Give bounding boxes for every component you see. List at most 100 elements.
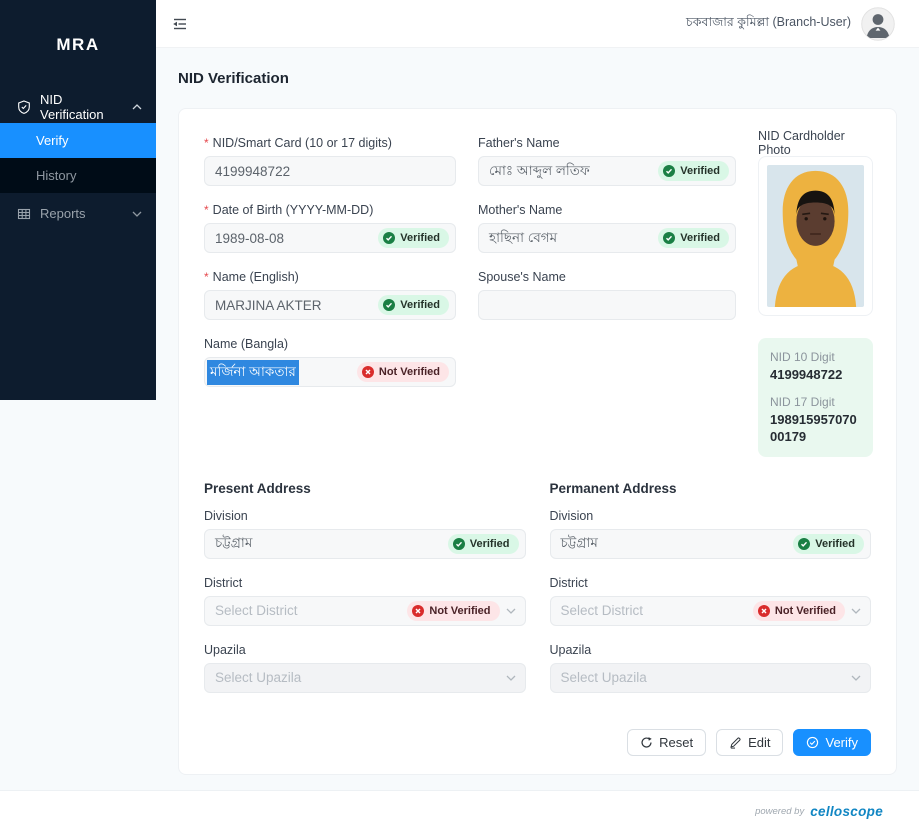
content-area: NID Verification * NID/Smart Card (10 or…: [156, 48, 919, 790]
present-upazila-select[interactable]: Select Upazila: [204, 662, 526, 693]
nid10-value: 4199948722: [770, 367, 843, 382]
label-text: Father's Name: [478, 136, 560, 150]
footer: powered by celloscope: [0, 790, 919, 832]
nid-cardholder-photo: [758, 156, 873, 316]
label-text: Spouse's Name: [478, 270, 566, 284]
chevron-down-icon: [506, 608, 516, 614]
field-mother-name: Mother's Name হাছিনা বেগম Verified: [478, 202, 736, 253]
badge-label: Not Verified: [429, 604, 491, 617]
sidebar-item-label: NID Verification: [40, 91, 104, 122]
x-circle-icon: [757, 604, 770, 617]
verified-badge: Verified: [658, 161, 729, 181]
field-nid: * NID/Smart Card (10 or 17 digits): [204, 135, 456, 186]
verified-badge: Verified: [447, 533, 519, 554]
nid17-value: 19891595707000179: [770, 412, 857, 444]
menu-fold-button[interactable]: [172, 16, 188, 32]
label-text: Division: [204, 508, 248, 523]
field-label: Division: [204, 508, 526, 524]
field-present-upazila: Upazila Select Upazila: [204, 642, 526, 693]
field-dob: * Date of Birth (YYYY-MM-DD) 1989-08-08 …: [204, 202, 456, 253]
celloscope-logo: celloscope: [810, 804, 883, 819]
field-present-division: Division চট্টগ্রাম Verified: [204, 508, 526, 559]
field-label: Upazila: [550, 642, 872, 658]
verify-button[interactable]: Verify: [793, 728, 871, 756]
form-column-middle: Father's Name মোঃ আব্দুল লতিফ Verified M…: [478, 135, 736, 457]
field-label: District: [550, 575, 872, 591]
field-permanent-division: Division চট্টগ্রাম Verified: [549, 508, 872, 559]
nid-input[interactable]: [204, 156, 456, 186]
verified-badge: Verified: [793, 533, 864, 554]
name-english-input[interactable]: MARJINA AKTER Verified: [204, 290, 456, 320]
edit-button[interactable]: Edit: [716, 728, 784, 756]
label-text: Upazila: [204, 642, 246, 657]
chevron-down-icon: [506, 675, 516, 681]
photo-label: NID Cardholder Photo: [758, 129, 873, 157]
sidebar-item-verify[interactable]: Verify: [0, 123, 156, 158]
badge-label: Not Verified: [774, 604, 836, 617]
field-label: Name (Bangla): [204, 336, 456, 352]
sidebar: MRA NID Verification Verify History Repo…: [0, 0, 156, 400]
input-value: চট্টগ্রাম: [215, 535, 253, 551]
required-asterisk: *: [204, 203, 209, 217]
name-bangla-input[interactable]: মর্জিনা আকতার Not Verified: [204, 357, 456, 387]
section-title: Present Address: [204, 480, 311, 496]
sidebar-submenu: Verify History: [0, 123, 156, 193]
label-text: Upazila: [549, 642, 592, 657]
badge-label: Verified: [469, 537, 510, 550]
label-text: District: [204, 575, 243, 590]
father-name-input[interactable]: মোঃ আব্দুল লতিফ Verified: [478, 156, 736, 186]
present-division-input[interactable]: চট্টগ্রাম Verified: [204, 528, 526, 559]
input-value: 1989-08-08: [215, 230, 285, 246]
badge-label: Verified: [680, 165, 720, 177]
nid-verification-card: * NID/Smart Card (10 or 17 digits) * Dat…: [178, 108, 897, 775]
spouse-name-input[interactable]: [478, 290, 736, 320]
label-text: District: [549, 575, 588, 590]
label-text: NID/Smart Card (10 or 17 digits): [212, 136, 392, 150]
check-circle-icon: [806, 736, 819, 749]
pencil-icon: [729, 736, 742, 749]
sidebar-item-nid-verification[interactable]: NID Verification: [0, 90, 156, 123]
chevron-down-icon: [851, 675, 861, 681]
shield-check-icon: [17, 99, 31, 114]
section-title: Permanent Address: [549, 480, 677, 496]
field-label: District: [204, 575, 526, 591]
field-name-bangla: Name (Bangla) মর্জিনা আকতার Not Verified: [204, 336, 456, 387]
check-circle-icon: [383, 232, 396, 244]
sidebar-item-history[interactable]: History: [0, 158, 156, 193]
input-value: মোঃ আব্দুল লতিফ: [489, 162, 590, 178]
refresh-icon: [640, 736, 653, 749]
main-column: চকবাজার কুমিল্লা (Branch-User) NID Verif…: [156, 0, 919, 790]
dob-input[interactable]: 1989-08-08 Verified: [204, 223, 456, 253]
x-circle-icon: [412, 604, 425, 617]
check-circle-icon: [383, 299, 396, 311]
menu-fold-icon: [172, 16, 188, 32]
user-avatar[interactable]: [861, 6, 895, 41]
sidebar-item-reports[interactable]: Reports: [0, 197, 156, 230]
field-label: * Name (English): [204, 269, 456, 285]
field-label: Father's Name: [478, 135, 736, 151]
form-column-left: * NID/Smart Card (10 or 17 digits) * Dat…: [204, 135, 456, 457]
page-title: NID Verification: [178, 70, 289, 87]
not-verified-badge: Not Verified: [407, 600, 500, 621]
portrait-photo-image: [767, 165, 864, 307]
label-text: Name (Bangla): [204, 337, 289, 351]
permanent-upazila-select[interactable]: Select Upazila: [549, 662, 871, 693]
button-label: Reset: [659, 734, 694, 750]
badge-label: Verified: [400, 232, 440, 244]
chevron-down-icon: [851, 608, 861, 614]
permanent-division-input[interactable]: চট্টগ্রাম Verified: [549, 528, 871, 559]
table-icon: [17, 207, 31, 221]
mother-name-input[interactable]: হাছিনা বেগম Verified: [478, 223, 736, 253]
field-permanent-district: District Select District Not Verified: [549, 575, 872, 626]
reset-button[interactable]: Reset: [627, 728, 707, 756]
field-label: Division: [550, 508, 872, 524]
present-district-select[interactable]: Select District Not Verified: [204, 595, 526, 626]
field-father-name: Father's Name মোঃ আব্দুল লতিফ Verified: [478, 135, 736, 186]
badge-label: Verified: [400, 299, 440, 311]
label-text: Date of Birth (YYYY-MM-DD): [212, 203, 374, 217]
field-name-english: * Name (English) MARJINA AKTER Verified: [204, 269, 456, 320]
user-label: চকবাজার কুমিল্লা (Branch-User): [686, 14, 851, 29]
permanent-district-select[interactable]: Select District Not Verified: [549, 595, 871, 626]
input-value: MARJINA AKTER: [215, 297, 322, 313]
label-text: Mother's Name: [478, 203, 563, 217]
